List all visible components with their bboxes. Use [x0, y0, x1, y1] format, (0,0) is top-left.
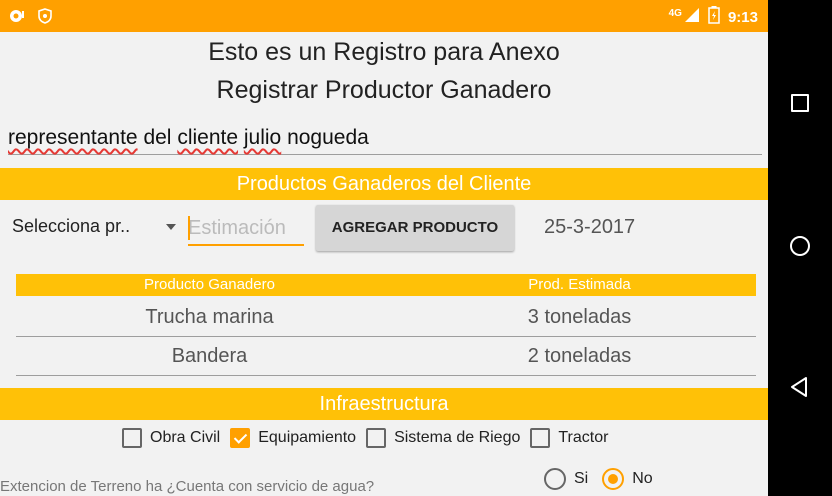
- checkbox-tractor[interactable]: Tractor: [530, 428, 608, 448]
- checkbox-label: Obra Civil: [150, 429, 221, 446]
- checkbox-obra-civil[interactable]: Obra Civil: [122, 428, 220, 448]
- column-header-product: Producto Ganadero: [144, 276, 275, 293]
- table-cell: 2 toneladas: [527, 345, 632, 367]
- products-section-header: Productos Ganaderos del Cliente: [0, 168, 768, 200]
- checkbox-label: Equipamiento: [258, 429, 357, 446]
- checkbox-icon[interactable]: [122, 428, 142, 448]
- radio-label: Si: [574, 470, 589, 487]
- page-subtitle: Registrar Productor Ganadero: [216, 76, 552, 104]
- table-cell: 3 toneladas: [527, 306, 632, 328]
- water-service-radio-group: Si No: [544, 468, 667, 490]
- table-cell: Bandera: [171, 345, 248, 367]
- table-row[interactable]: Bandera 2 toneladas: [16, 337, 756, 376]
- column-header-estimate: Prod. Estimada: [528, 276, 631, 293]
- product-spinner[interactable]: Selecciona pr..: [12, 216, 130, 237]
- home-icon[interactable]: [790, 236, 810, 256]
- client-word: del: [143, 126, 172, 149]
- page-title: Esto es un Registro para Anexo: [208, 38, 560, 66]
- app-screen: 4G 9:13 Esto es un Registro para Anexo R…: [0, 0, 768, 496]
- client-word: cliente: [177, 126, 239, 149]
- radio-si[interactable]: Si: [544, 468, 588, 490]
- checkbox-equipamiento[interactable]: Equipamiento: [230, 428, 356, 448]
- navigation-bar: [768, 0, 832, 496]
- back-icon[interactable]: [788, 376, 810, 403]
- client-word: nogueda: [287, 126, 369, 149]
- radio-selected-icon[interactable]: [602, 468, 625, 490]
- checkbox-label: Tractor: [558, 429, 609, 446]
- battery-icon: [708, 6, 720, 28]
- signal-icon: [684, 7, 700, 27]
- network-type: 4G: [668, 7, 682, 19]
- radio-icon[interactable]: [544, 468, 566, 490]
- shield-icon: [38, 8, 52, 29]
- client-word: representante: [8, 126, 138, 149]
- checkbox-sistema-riego[interactable]: Sistema de Riego: [366, 428, 520, 448]
- products-table-header: Producto Ganadero Prod. Estimada: [16, 274, 756, 296]
- date-label: 25-3-2017: [544, 216, 636, 238]
- radio-no[interactable]: No: [602, 468, 653, 490]
- estimate-input[interactable]: Estimación: [188, 212, 304, 246]
- table-cell: Trucha marina: [145, 306, 274, 328]
- add-product-button[interactable]: AGREGAR PRODUCTO: [316, 205, 514, 251]
- clock: 9:13: [727, 8, 758, 26]
- dropdown-arrow-icon[interactable]: [166, 224, 176, 230]
- land-water-label: Extencion de Terreno ha ¿Cuenta con serv…: [0, 478, 375, 495]
- checkbox-checked-icon[interactable]: [230, 428, 251, 448]
- table-row[interactable]: Trucha marina 3 toneladas: [16, 298, 756, 337]
- checkbox-label: Sistema de Riego: [394, 429, 521, 446]
- client-word: julio: [243, 126, 282, 149]
- infra-section-header: Infraestructura: [0, 388, 768, 420]
- checkbox-icon[interactable]: [530, 428, 551, 448]
- checkbox-icon[interactable]: [366, 428, 387, 448]
- infra-checkbox-group: Obra Civil Equipamiento Sistema de Riego…: [122, 428, 618, 448]
- status-bar: 4G 9:13: [0, 0, 768, 32]
- recent-apps-icon[interactable]: [791, 94, 809, 112]
- notification-icon: [8, 7, 26, 30]
- client-name-input[interactable]: representante del cliente julio nogueda: [8, 124, 762, 155]
- radio-label: No: [632, 470, 653, 487]
